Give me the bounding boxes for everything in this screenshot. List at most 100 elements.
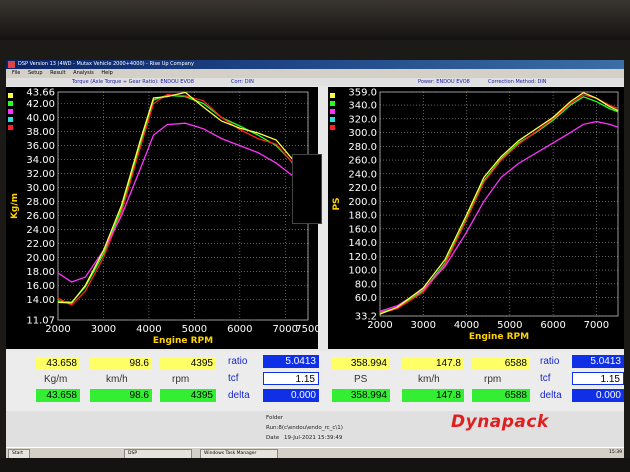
legend-red[interactable] [8, 125, 13, 130]
legend-red-r[interactable] [330, 125, 335, 130]
ratio-value-left[interactable]: 5.0413 [263, 355, 319, 368]
power-ylabel: PS [332, 197, 342, 210]
legend-green[interactable] [8, 101, 13, 106]
torque-xtick-5: 7000 [273, 324, 298, 335]
torque-ytick-9: 26.00 [26, 211, 55, 222]
power-readout-bot: 358.994 [332, 389, 390, 402]
torque-ytick-6: 32.00 [26, 169, 55, 180]
monitor-bottom-bezel [0, 458, 630, 472]
torque-series-2 [57, 122, 309, 283]
tcf-value-left[interactable]: 1.15 [263, 372, 319, 385]
torque-readout-top: 43.658 [36, 357, 80, 370]
menu-result[interactable]: Result [50, 69, 65, 78]
date-label: Date [266, 435, 280, 441]
prpm-unit: rpm [484, 374, 502, 385]
taskbar-task-manager[interactable]: Windows Task Manager [200, 449, 278, 458]
torque-ytick-4: 36.00 [26, 141, 55, 152]
legend-magenta-r[interactable] [330, 109, 335, 114]
power-header: Power: ENDOU EVO8 [418, 79, 470, 85]
prpm-readout-top: 6588 [472, 357, 530, 370]
legend-cyan[interactable] [8, 117, 13, 122]
torque-ytick-0: 43.66 [26, 88, 55, 99]
ratio-value-right[interactable]: 5.0413 [572, 355, 624, 368]
legend-yellow[interactable] [8, 93, 13, 98]
power-readout-top: 358.994 [332, 357, 390, 370]
legend-yellow-r[interactable] [330, 93, 335, 98]
pspeed-unit: km/h [418, 374, 440, 385]
pspeed-readout-top: 147.8 [402, 357, 464, 370]
tcf-label-left: tcf [228, 373, 239, 384]
torque-ytick-7: 30.00 [26, 183, 55, 194]
power-series-0 [379, 96, 619, 314]
legend-green-r[interactable] [330, 101, 335, 106]
start-button[interactable]: Start [8, 449, 30, 458]
power-ytick-14: 80.0 [355, 279, 377, 290]
app-window: DSP Version 13 (4WD - Mutax Vehicle 2000… [6, 60, 624, 458]
torque-ytick-14: 16.00 [26, 281, 55, 292]
power-unit: PS [354, 374, 368, 385]
power-ytick-7: 220.0 [348, 183, 377, 194]
window-title: DSP Version 13 (4WD - Mutax Vehicle 2000… [18, 61, 194, 67]
power-ytick-6: 240.0 [348, 169, 377, 180]
menu-setup[interactable]: Setup [28, 69, 43, 78]
power-series-2 [379, 120, 619, 312]
power-ytick-3: 300.0 [348, 128, 377, 139]
power-ytick-11: 140.0 [348, 238, 377, 249]
torque-ytick-5: 34.00 [26, 155, 55, 166]
delta-value-left[interactable]: 0.000 [263, 389, 319, 402]
legend-magenta[interactable] [8, 109, 13, 114]
power-ytick-9: 180.0 [348, 211, 377, 222]
power-ytick-4: 280.0 [348, 142, 377, 153]
ratio-label-right: ratio [540, 356, 560, 367]
power-series-3 [379, 91, 619, 315]
legend-cyan-r[interactable] [330, 117, 335, 122]
torque-xlabel: Engine RPM [153, 336, 213, 346]
power-ytick-12: 120.0 [348, 252, 377, 263]
rpm-readout-top: 4395 [160, 357, 216, 370]
power-ytick-0: 359.0 [348, 88, 377, 99]
torque-ytick-2: 40.00 [26, 113, 55, 124]
menu-analysis[interactable]: Analysis [73, 69, 94, 78]
power-ytick-13: 100.0 [348, 266, 377, 277]
torque-ytick-11: 22.00 [26, 239, 55, 250]
power-xtick-0: 2000 [367, 320, 392, 331]
power-ytick-15: 60.0 [355, 293, 377, 304]
torque-ytick-15: 14.00 [26, 295, 55, 306]
power-xtick-4: 6000 [540, 320, 565, 331]
torque-chart[interactable]: 43.66 42.00 40.00 38.00 36.00 34.00 32.00 30.00… [6, 87, 318, 349]
torque-ytick-13: 18.00 [26, 267, 55, 278]
torque-xtick-0: 2000 [45, 324, 70, 335]
speed-readout-top: 98.6 [90, 357, 152, 370]
torque-frame [57, 91, 309, 321]
speed-readout-bot: 98.6 [90, 389, 152, 402]
folder-label: Folder [266, 415, 283, 421]
power-xtick-5: 7000 [584, 320, 609, 331]
menu-bar: File Setup Result Analysis Help [6, 69, 624, 78]
power-chart[interactable]: 359.0 340.0 320.0 300.0 280.0 260.0 240.0 220.0… [328, 87, 624, 349]
torque-corr: Corr: DIN [231, 79, 254, 85]
rpm-readout-bot: 4395 [160, 389, 216, 402]
torque-header: Torque (Axle Torque ÷ Gear Ratio): ENDOU… [72, 79, 194, 85]
taskbar-dsp[interactable]: DSP [124, 449, 192, 458]
prpm-readout-bot: 6588 [472, 389, 530, 402]
rpm-unit: rpm [172, 374, 190, 385]
power-ytick-2: 320.0 [348, 114, 377, 125]
delta-label-right: delta [540, 390, 562, 401]
power-xtick-2: 4000 [454, 320, 479, 331]
dynapack-logo: Dynapack [451, 412, 549, 432]
menu-help[interactable]: Help [101, 69, 112, 78]
delta-label-left: delta [228, 390, 250, 401]
torque-xtick-4: 6000 [227, 324, 252, 335]
torque-series-1 [57, 93, 309, 306]
delta-value-right[interactable]: 0.000 [572, 389, 624, 402]
menu-file[interactable]: File [12, 69, 20, 78]
torque-ytick-3: 38.00 [26, 127, 55, 138]
torque-ylabel: Kg/m [10, 193, 20, 219]
tcf-value-right[interactable]: 1.15 [572, 372, 624, 385]
ratio-label-left: ratio [228, 356, 248, 367]
power-corr: Correction Method: DIN [488, 79, 547, 85]
obstruction [292, 154, 322, 224]
power-series-1 [379, 94, 619, 315]
power-xtick-3: 5000 [497, 320, 522, 331]
speed-unit: km/h [106, 374, 128, 385]
